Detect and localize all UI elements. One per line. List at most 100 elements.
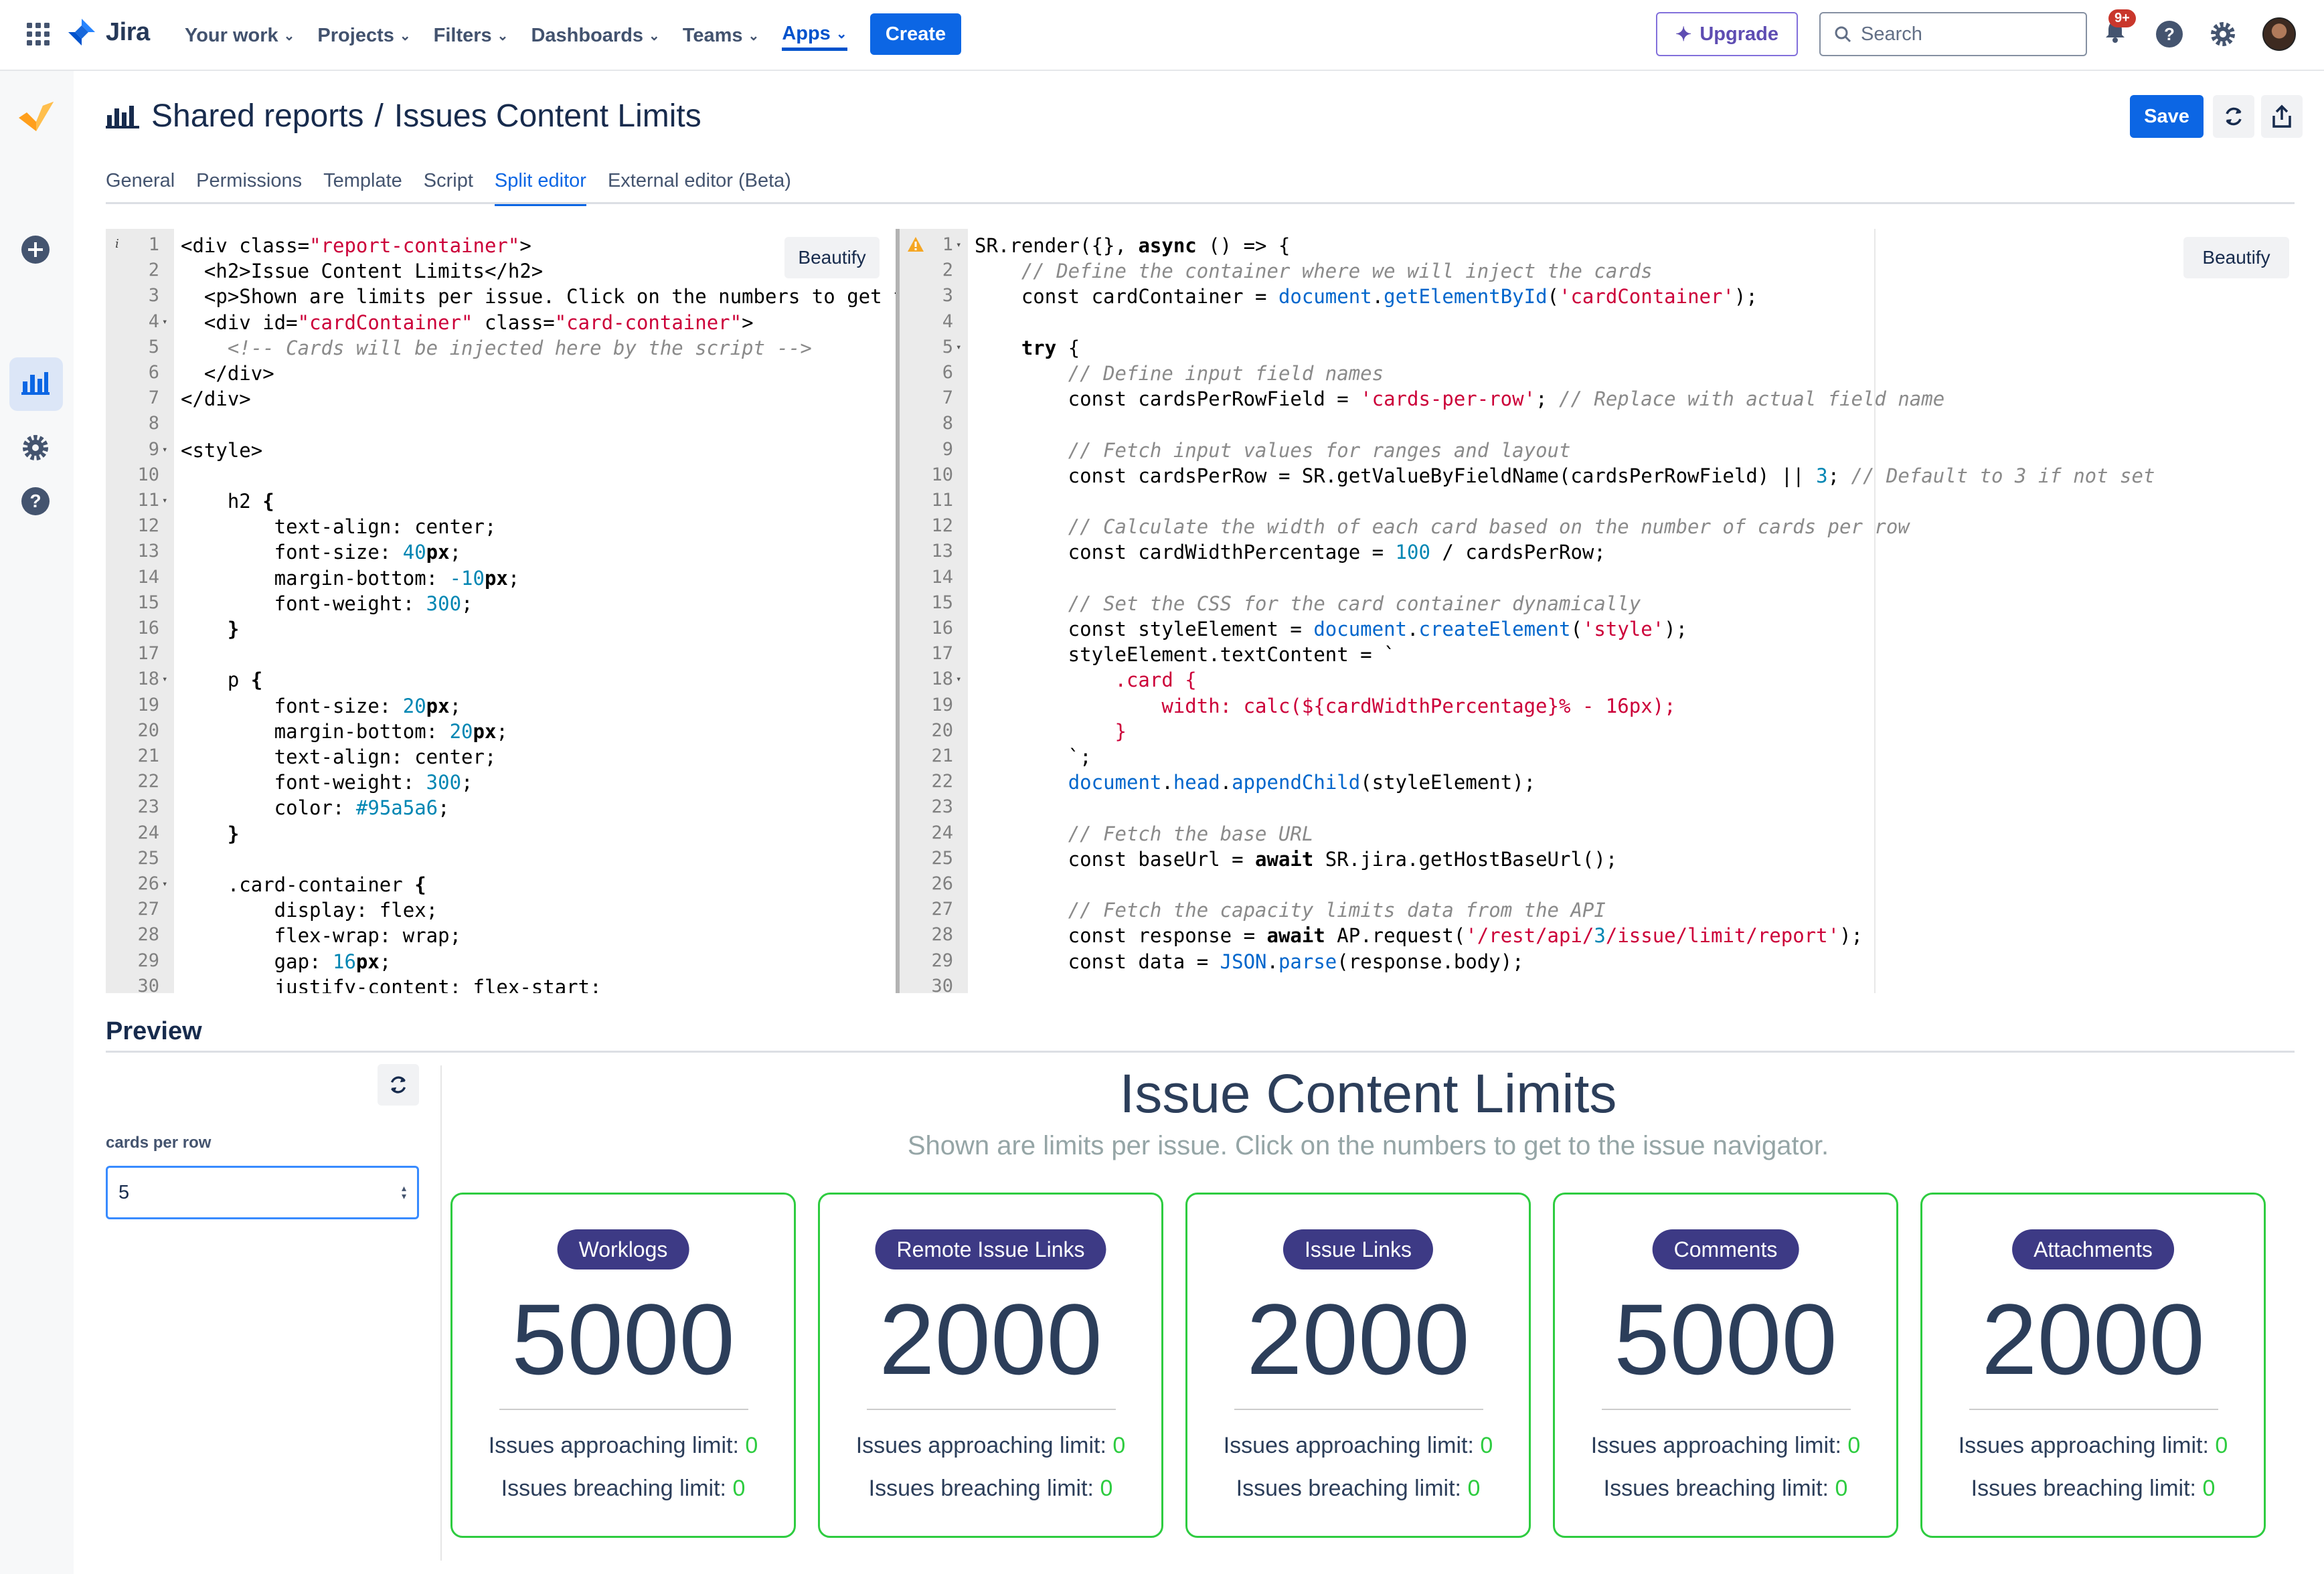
limit-card: Worklogs5000Issues approaching limit: 0I… (450, 1193, 796, 1538)
breaching-value[interactable]: 0 (732, 1476, 745, 1501)
nav-apps[interactable]: Apps⌄ (782, 20, 847, 51)
code-line: const cardsPerRow = SR.getValueByFieldNa… (975, 464, 2155, 487)
fold-arrow-icon[interactable]: ▾ (162, 317, 167, 327)
fold-arrow-icon[interactable]: ▾ (956, 240, 961, 250)
preview-divider (106, 1051, 2295, 1053)
nav-filters[interactable]: Filters⌄ (434, 20, 509, 51)
approaching-value[interactable]: 0 (745, 1433, 758, 1458)
approaching-line: Issues approaching limit: 0 (1555, 1433, 1896, 1459)
breaching-value[interactable]: 0 (1467, 1476, 1480, 1501)
line-number: 9 (106, 439, 159, 460)
line-number: 10 (900, 464, 953, 485)
code-line: font-weight: 300; (181, 592, 473, 615)
breadcrumb-shared-reports[interactable]: Shared reports (151, 98, 364, 135)
tab-template[interactable]: Template (323, 170, 402, 206)
code-line: `; (975, 746, 1092, 768)
jira-logo[interactable]: Jira (67, 17, 150, 47)
tab-external-editor[interactable]: External editor (Beta) (608, 170, 791, 206)
line-number: 5 (106, 337, 159, 357)
code-line: justify-content: flex-start; (181, 976, 602, 993)
card-limit-number[interactable]: 5000 (452, 1282, 794, 1397)
line-number: 26 (106, 873, 159, 894)
approaching-line: Issues approaching limit: 0 (452, 1433, 794, 1459)
breaching-value[interactable]: 0 (1835, 1476, 1847, 1501)
nav-projects[interactable]: Projects⌄ (317, 20, 410, 51)
save-button[interactable]: Save (2130, 95, 2204, 138)
line-number: 29 (106, 950, 159, 971)
card-limit-number[interactable]: 2000 (1922, 1282, 2264, 1397)
info-annotation-icon[interactable]: i (115, 237, 119, 251)
fold-arrow-icon[interactable]: ▾ (162, 879, 167, 889)
refresh-preview-button[interactable] (378, 1064, 419, 1106)
breaching-line: Issues breaching limit: 0 (1187, 1476, 1529, 1502)
nav-your-work[interactable]: Your work⌄ (185, 20, 295, 51)
fold-arrow-icon[interactable]: ▾ (162, 495, 167, 506)
tab-general[interactable]: General (106, 170, 175, 206)
number-stepper-icon[interactable]: ▴▾ (402, 1184, 406, 1200)
upgrade-button[interactable]: ✦ Upgrade (1656, 12, 1798, 56)
line-number: 30 (900, 976, 953, 993)
approaching-line: Issues approaching limit: 0 (1922, 1433, 2264, 1459)
line-number: 18 (106, 669, 159, 689)
help-circle-icon[interactable]: ? (20, 486, 51, 517)
line-number: 12 (900, 515, 953, 536)
settings-gear-icon[interactable] (20, 432, 51, 463)
fold-arrow-icon[interactable]: ▾ (162, 674, 167, 685)
search-input[interactable]: Search (1819, 12, 2087, 56)
nav-teams[interactable]: Teams⌄ (683, 20, 760, 51)
app-switcher-icon[interactable] (27, 23, 50, 46)
code-line: styleElement.textContent = ` (975, 643, 1396, 666)
approaching-value[interactable]: 0 (1480, 1433, 1493, 1458)
script-editor[interactable]: Beautify 1▾SR.render({}, async () => {2 … (900, 229, 2295, 993)
fold-arrow-icon[interactable]: ▾ (956, 674, 961, 685)
template-editor[interactable]: Beautify 1<div class="report-container">… (106, 229, 896, 993)
code-line: </div> (181, 362, 274, 385)
breaching-value[interactable]: 0 (2202, 1476, 2215, 1501)
create-button[interactable]: Create (870, 13, 961, 55)
nav-dashboards[interactable]: Dashboards⌄ (531, 20, 659, 51)
approaching-value[interactable]: 0 (1112, 1433, 1125, 1458)
line-number: 18 (900, 669, 953, 689)
sparkle-icon: ✦ (1675, 23, 1691, 46)
line-number: 23 (106, 796, 159, 817)
line-number: 25 (106, 848, 159, 869)
card-limit-number[interactable]: 2000 (1187, 1282, 1529, 1397)
code-line: <div id="cardContainer" class="card-cont… (181, 311, 754, 334)
code-line: flex-wrap: wrap; (181, 924, 461, 947)
approaching-label: Issues approaching limit: (1959, 1433, 2216, 1458)
share-button[interactable] (2261, 95, 2303, 138)
scriptrunner-logo-icon[interactable] (16, 98, 56, 135)
approaching-line: Issues approaching limit: 0 (820, 1433, 1161, 1459)
warning-annotation-icon[interactable] (906, 236, 925, 253)
svg-text:?: ? (2164, 24, 2175, 44)
beautify-button-template[interactable]: Beautify (784, 237, 880, 278)
help-icon[interactable]: ? (2155, 20, 2183, 48)
fold-arrow-icon[interactable]: ▾ (162, 444, 167, 455)
card-limit-number[interactable]: 2000 (820, 1282, 1161, 1397)
approaching-value[interactable]: 0 (2215, 1433, 2228, 1458)
code-line: } (181, 618, 239, 640)
beautify-button-script[interactable]: Beautify (2183, 237, 2289, 278)
tab-permissions[interactable]: Permissions (196, 170, 302, 206)
approaching-value[interactable]: 0 (1847, 1433, 1860, 1458)
line-number: 6 (106, 362, 159, 383)
cards-per-row-input[interactable]: 5 ▴▾ (106, 1166, 419, 1219)
reports-chart-icon[interactable] (20, 367, 51, 398)
approaching-label: Issues approaching limit: (856, 1433, 1113, 1458)
settings-icon[interactable] (2209, 20, 2237, 48)
code-line: SR.render({}, async () => { (975, 234, 1290, 257)
line-number: 4 (106, 311, 159, 332)
line-number: 29 (900, 950, 953, 971)
tab-split-editor[interactable]: Split editor (495, 170, 586, 206)
add-icon[interactable] (20, 234, 51, 265)
line-number: 14 (900, 567, 953, 588)
line-number: 27 (900, 899, 953, 920)
fold-arrow-icon[interactable]: ▾ (956, 342, 961, 353)
refresh-button[interactable] (2213, 95, 2254, 138)
page-title: Shared reports / Issues Content Limits (106, 98, 701, 135)
tab-script[interactable]: Script (424, 170, 473, 206)
card-limit-number[interactable]: 5000 (1555, 1282, 1896, 1397)
breaching-value[interactable]: 0 (1100, 1476, 1112, 1501)
breaching-label: Issues breaching limit: (1971, 1476, 2196, 1501)
user-avatar[interactable] (2262, 17, 2296, 51)
